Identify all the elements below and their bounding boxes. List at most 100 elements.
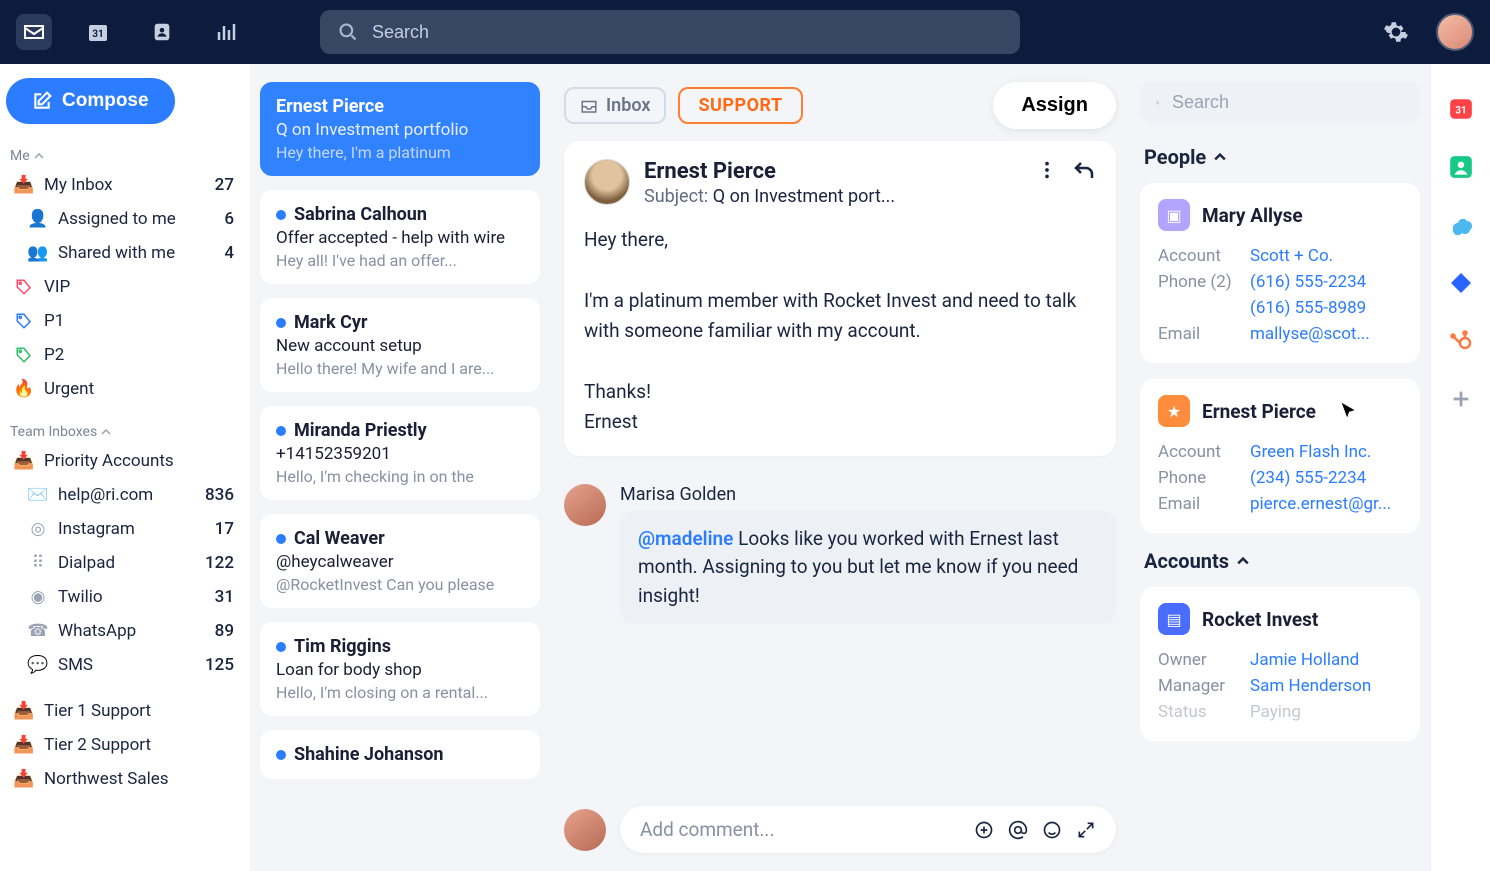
commenter-name: Marisa Golden — [620, 484, 1116, 505]
sidebar-item-priority[interactable]: 📥Priority Accounts — [6, 444, 240, 478]
chevron-up-icon — [101, 427, 111, 437]
chevron-up-icon — [34, 151, 44, 161]
inbox-icon[interactable] — [16, 14, 52, 50]
compose-button[interactable]: Compose — [6, 78, 175, 124]
commenter-avatar — [564, 484, 606, 526]
account-card[interactable]: ▤Rocket Invest OwnerJamie Holland Manage… — [1140, 587, 1420, 741]
message-card: Ernest Pierce Subject: Q on Investment p… — [564, 141, 1116, 456]
person-card[interactable]: ▣Mary Allyse AccountScott + Co. Phone (2… — [1140, 183, 1420, 363]
top-search — [320, 10, 1020, 54]
gear-icon[interactable] — [1378, 14, 1414, 50]
conv-name: Mark Cyr — [276, 312, 524, 333]
subject-line: Subject: Q on Investment port... — [644, 186, 1022, 207]
accounts-section-head[interactable]: Accounts — [1144, 549, 1416, 573]
sidebar-item-instagram[interactable]: ◎Instagram17 — [6, 512, 240, 546]
top-nav-icons: 31 — [16, 14, 244, 50]
unread-dot-icon — [276, 426, 286, 436]
sidebar-item-assigned[interactable]: 👤Assigned to me6 — [6, 202, 240, 236]
conversation-card[interactable]: Sabrina Calhoun Offer accepted - help wi… — [260, 190, 540, 284]
people-section-head[interactable]: People — [1144, 145, 1416, 169]
instagram-icon: ◎ — [26, 519, 50, 539]
inbox-tray-icon: 📥 — [12, 769, 36, 789]
top-search-box[interactable] — [320, 10, 1020, 54]
conv-preview: Hello, I'm checking in on the — [276, 467, 524, 486]
sidebar-tag-p2[interactable]: P2 — [6, 338, 240, 372]
conversation-card[interactable]: Cal Weaver @heycalweaver @RocketInvest C… — [260, 514, 540, 608]
sidebar-item-sms[interactable]: 💬SMS125 — [6, 648, 240, 682]
sidebar-item-whatsapp[interactable]: ☎WhatsApp89 — [6, 614, 240, 648]
comment-input-row: Add comment... — [564, 776, 1116, 853]
conv-subject: Q on Investment portfolio — [276, 120, 524, 140]
inbox-badge[interactable]: Inbox — [564, 87, 666, 124]
envelope-icon: ✉️ — [26, 485, 50, 505]
at-icon[interactable] — [1008, 820, 1028, 840]
cursor-icon — [1338, 400, 1360, 422]
conv-preview: Hey all! I've had an offer... — [276, 251, 524, 270]
jira-icon[interactable] — [1446, 268, 1476, 298]
inbox-tray-icon: 📥 — [12, 735, 36, 755]
sidebar-section-me[interactable]: Me — [6, 142, 240, 168]
account-field: StatusPaying — [1158, 699, 1402, 725]
support-badge[interactable]: SUPPORT — [678, 87, 802, 124]
sidebar-tag-urgent[interactable]: 🔥Urgent — [6, 372, 240, 406]
dialpad-icon: ⠿ — [26, 553, 50, 573]
sender-avatar — [584, 159, 630, 205]
unread-dot-icon — [276, 750, 286, 760]
plus-circle-icon[interactable] — [974, 820, 994, 840]
calendar-icon[interactable]: 31 — [80, 14, 116, 50]
top-search-input[interactable] — [372, 22, 1002, 43]
mention[interactable]: @madeline — [638, 527, 733, 550]
comment-input[interactable]: Add comment... — [620, 806, 1116, 853]
sidebar-item-twilio[interactable]: ◉Twilio31 — [6, 580, 240, 614]
whatsapp-icon: ☎ — [26, 621, 50, 641]
avatar[interactable] — [1436, 13, 1474, 51]
sidebar-item-my-inbox[interactable]: 📥My Inbox27 — [6, 168, 240, 202]
conversation-card[interactable]: Shahine Johanson — [260, 730, 540, 779]
sidebar-item-tier2[interactable]: 📥Tier 2 Support — [6, 728, 240, 762]
twilio-icon: ◉ — [26, 587, 50, 607]
emoji-icon[interactable] — [1042, 820, 1062, 840]
conversation-list: Ernest Pierce Q on Investment portfolio … — [250, 64, 550, 871]
sidebar-tag-vip[interactable]: VIP — [6, 270, 240, 304]
person-card[interactable]: ★Ernest Pierce AccountGreen Flash Inc. P… — [1140, 379, 1420, 533]
hubspot-icon[interactable] — [1446, 326, 1476, 356]
thread-toolbar: Inbox SUPPORT Assign — [564, 82, 1116, 129]
thread-pane: Inbox SUPPORT Assign Ernest Pierce Subje… — [550, 64, 1130, 871]
contacts-icon[interactable] — [144, 14, 180, 50]
conversation-card[interactable]: Miranda Priestly +14152359201 Hello, I'm… — [260, 406, 540, 500]
sidebar-item-nw[interactable]: 📥Northwest Sales — [6, 762, 240, 796]
reply-icon[interactable] — [1072, 159, 1096, 183]
expand-icon[interactable] — [1076, 820, 1096, 840]
chevron-up-icon — [1214, 151, 1226, 163]
contacts-app-icon[interactable] — [1446, 152, 1476, 182]
assign-button[interactable]: Assign — [993, 82, 1116, 129]
sidebar-item-tier1[interactable]: 📥Tier 1 Support — [6, 694, 240, 728]
sidebar-item-shared[interactable]: 👥Shared with me4 — [6, 236, 240, 270]
conversation-card[interactable]: Tim Riggins Loan for body shop Hello, I'… — [260, 622, 540, 716]
right-search[interactable] — [1140, 82, 1420, 123]
add-integration-icon[interactable] — [1446, 384, 1476, 414]
sidebar-tag-p1[interactable]: P1 — [6, 304, 240, 338]
compose-label: Compose — [62, 90, 149, 112]
comment-bubble: @madeline Looks like you worked with Ern… — [620, 511, 1116, 625]
conv-preview: Hello, I'm closing on a rental... — [276, 683, 524, 702]
analytics-icon[interactable] — [208, 14, 244, 50]
unread-dot-icon — [276, 210, 286, 220]
calendar-app-icon[interactable]: 31 — [1446, 94, 1476, 124]
person-field: Phone(234) 555-2234 — [1158, 465, 1402, 491]
account-name: Rocket Invest — [1202, 608, 1318, 631]
tag-icon — [12, 346, 36, 364]
sidebar-item-dialpad[interactable]: ⠿Dialpad122 — [6, 546, 240, 580]
more-icon[interactable] — [1036, 159, 1058, 181]
sidebar-item-help[interactable]: ✉️help@ri.com836 — [6, 478, 240, 512]
conv-subject: @heycalweaver — [276, 552, 524, 572]
conv-subject: New account setup — [276, 336, 524, 356]
unread-dot-icon — [276, 642, 286, 652]
main-layout: Compose Me 📥My Inbox27 👤Assigned to me6 … — [0, 64, 1490, 871]
conversation-card[interactable]: Mark Cyr New account setup Hello there! … — [260, 298, 540, 392]
salesforce-icon[interactable] — [1446, 210, 1476, 240]
conversation-card[interactable]: Ernest Pierce Q on Investment portfolio … — [260, 82, 540, 176]
sidebar-section-team[interactable]: Team Inboxes — [6, 418, 240, 444]
right-search-input[interactable] — [1172, 92, 1404, 113]
integration-rail: 31 — [1430, 64, 1490, 871]
